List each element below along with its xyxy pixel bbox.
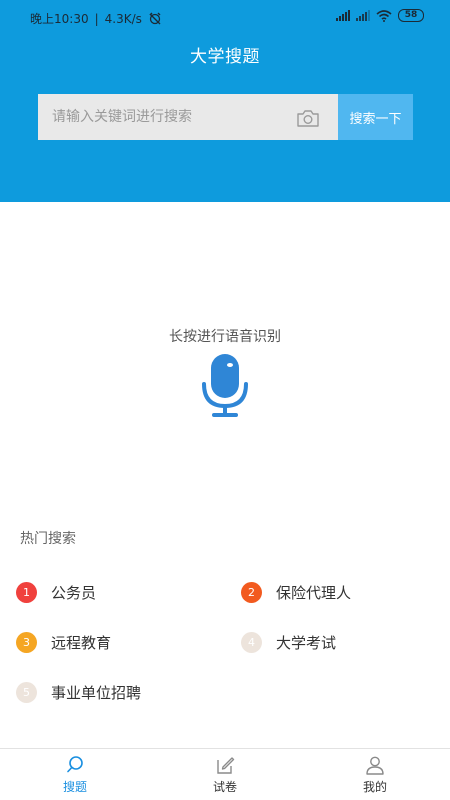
- status-network-speed: 4.3K/s: [104, 11, 142, 26]
- hot-search-item-1[interactable]: 1 公务员: [16, 580, 96, 604]
- rank-badge: 3: [16, 631, 37, 653]
- hot-search-item-5[interactable]: 5 事业单位招聘: [16, 680, 141, 704]
- rank-badge: 1: [16, 581, 37, 603]
- hot-search-label: 公务员: [51, 583, 97, 602]
- hot-search-label: 保险代理人: [276, 583, 352, 602]
- tab-papers[interactable]: 试卷: [185, 755, 265, 795]
- voice-hint: 长按进行语音识别: [169, 329, 281, 345]
- tab-label: 试卷: [212, 780, 237, 794]
- hot-search-item-4[interactable]: 4 大学考试: [241, 630, 336, 654]
- search-button[interactable]: 搜索一下: [338, 94, 413, 140]
- status-bar: 晚上10:30 | 4.3K/s 58: [0, 0, 450, 34]
- status-left: 晚上10:30 | 4.3K/s: [30, 10, 162, 27]
- status-time: 晚上10:30: [30, 12, 89, 26]
- hot-search-item-2[interactable]: 2 保险代理人: [241, 580, 351, 604]
- edit-icon: [217, 757, 235, 774]
- hot-search-label: 远程教育: [51, 633, 112, 652]
- tab-label: 我的: [362, 780, 387, 794]
- alarm-off-icon: [149, 12, 161, 25]
- hot-search-title: 热门搜索: [20, 531, 76, 547]
- camera-icon[interactable]: [296, 108, 320, 128]
- tab-mine[interactable]: 我的: [335, 755, 415, 795]
- hot-search-label: 大学考试: [276, 633, 337, 652]
- bottom-tab-bar: 搜题 试卷 我的: [0, 748, 450, 800]
- hot-search-label: 事业单位招聘: [51, 683, 142, 702]
- wifi-icon: [376, 9, 392, 22]
- microphone-icon[interactable]: [200, 352, 250, 418]
- rank-badge: 2: [241, 581, 262, 603]
- tab-label: 搜题: [62, 780, 87, 794]
- battery-indicator: 58: [398, 9, 424, 22]
- search-bar: [38, 94, 338, 140]
- hot-search-item-3[interactable]: 3 远程教育: [16, 630, 111, 654]
- tab-search[interactable]: 搜题: [35, 755, 115, 795]
- status-right: 58: [336, 9, 424, 22]
- signal-icon: [336, 10, 350, 21]
- rank-badge: 4: [241, 631, 262, 653]
- user-icon: [366, 756, 384, 775]
- status-separator: |: [94, 11, 99, 26]
- signal-icon: [356, 10, 370, 21]
- rank-badge: 5: [16, 681, 37, 703]
- page-title: 大学搜题: [190, 47, 260, 67]
- search-icon: [67, 756, 83, 773]
- search-input[interactable]: [38, 94, 288, 140]
